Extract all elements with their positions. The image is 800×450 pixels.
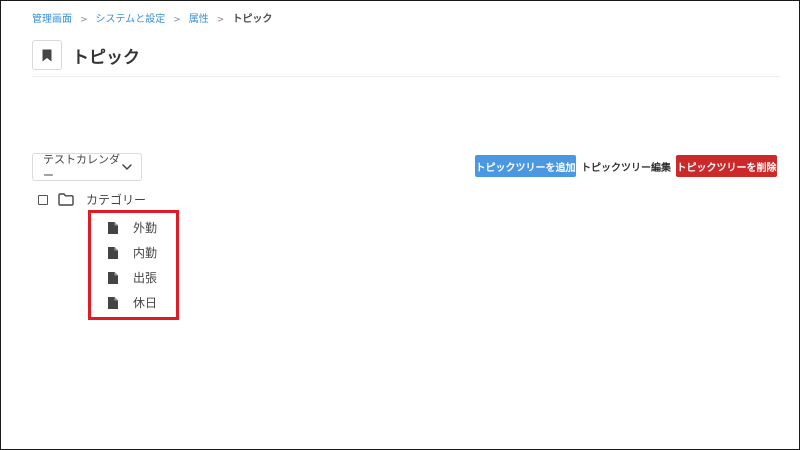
tree-item-naikin[interactable]: 内勤 [108, 240, 157, 265]
bookmark-icon [32, 40, 62, 70]
tree-item-kyujitsu[interactable]: 休日 [108, 290, 157, 315]
tree-root-checkbox[interactable] [38, 194, 48, 205]
add-topic-tree-button[interactable]: トピックツリーを追加 [475, 155, 576, 177]
tree-item-label: 休日 [133, 296, 158, 310]
tree-root-label[interactable]: カテゴリー [86, 191, 146, 208]
breadcrumb-item-admin[interactable]: 管理画面 [32, 13, 72, 27]
delete-topic-tree-button[interactable]: トピックツリーを削除 [676, 155, 777, 177]
breadcrumb-separator: > [173, 15, 181, 25]
tree-children: 外勤 内勤 出張 休日 [108, 215, 157, 315]
app-window: 管理画面 > システムと設定 > 属性 > トピック トピック テストカレンダー… [0, 0, 800, 450]
breadcrumb-separator: > [216, 15, 225, 25]
tree-root-node: カテゴリー [38, 191, 146, 208]
calendar-dropdown-value: テストカレンダー [43, 153, 120, 182]
breadcrumb-item-system-settings[interactable]: システムと設定 [96, 13, 166, 27]
document-icon [108, 221, 119, 234]
calendar-dropdown[interactable]: テストカレンダー [32, 153, 142, 182]
tree-item-shutchou[interactable]: 出張 [108, 265, 157, 290]
folder-icon[interactable] [58, 193, 74, 206]
page-title: トピック [72, 47, 140, 68]
tree-item-label: 出張 [133, 271, 158, 285]
tree-item-label: 外勤 [133, 221, 158, 235]
breadcrumb-separator: > [80, 15, 88, 25]
header-divider [32, 76, 780, 77]
breadcrumb-item-attributes[interactable]: 属性 [189, 13, 209, 27]
edit-topic-tree-button[interactable]: トピックツリー編集 [581, 155, 671, 177]
document-icon [108, 246, 119, 259]
breadcrumb-current: トピック [232, 14, 273, 25]
tree-item-label: 内勤 [133, 246, 158, 260]
tree-item-gaikin[interactable]: 外勤 [108, 215, 157, 240]
document-icon [108, 271, 119, 284]
breadcrumb: 管理画面 > システムと設定 > 属性 > トピック [32, 13, 272, 27]
page-header: トピック [32, 40, 140, 70]
chevron-down-icon [122, 164, 132, 170]
document-icon [108, 296, 119, 309]
